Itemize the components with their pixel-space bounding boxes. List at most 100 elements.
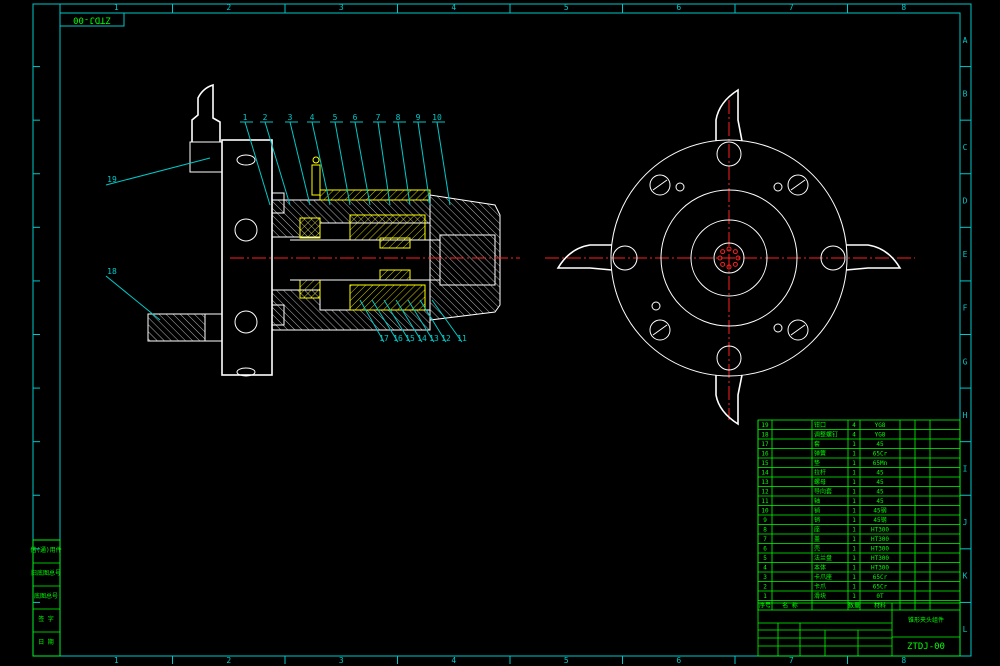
bom-no: 15	[761, 460, 769, 467]
column-label-bottom: 5	[564, 656, 569, 665]
bom-material: 65Cr	[873, 574, 888, 581]
bom-qty: 1	[852, 546, 856, 553]
part-number-bottom: 16	[393, 334, 403, 343]
bom-qty: 1	[852, 574, 856, 581]
column-label-bottom: 6	[676, 656, 681, 665]
side-label: 签 字	[38, 615, 54, 623]
leader-line	[105, 275, 161, 321]
part-number-top: 6	[353, 113, 358, 122]
bom-name: 导向套	[814, 488, 832, 496]
cad-drawing-sheet: 1122334455667788 ABCDEFGHIJKL ZTDJ-00 1 …	[30, 3, 972, 665]
bolt-hole	[720, 249, 726, 255]
row-label: B	[963, 89, 968, 98]
part-number-top: 2	[263, 113, 268, 122]
bom-no: 14	[761, 470, 769, 477]
bom-no: 8	[763, 527, 767, 534]
column-label-bottom: 8	[901, 656, 906, 665]
column-label-top: 6	[676, 3, 681, 12]
bom-name: 壳	[814, 545, 820, 553]
bolt-hole	[732, 249, 738, 255]
row-label: E	[963, 250, 968, 259]
row-label: K	[963, 572, 968, 581]
side-label: 旧底图总号	[31, 569, 61, 577]
code-top-text: ZTDJ-00	[73, 15, 111, 25]
part-number-bottom: 13	[429, 334, 439, 343]
bom-no: 19	[761, 422, 769, 429]
part-number-top: 8	[396, 113, 401, 122]
bom-qty: 1	[852, 565, 856, 572]
bom-qty: 1	[852, 498, 856, 505]
bom-no: 6	[763, 546, 767, 553]
bom-no: 17	[761, 441, 769, 448]
bom-material: 45	[876, 498, 884, 505]
bom-qty: 1	[852, 536, 856, 543]
column-markers: 1122334455667788	[114, 3, 907, 665]
bom-table: 19 钳口 4 YG818 调整螺钉 4 YG817 套 1 4516 弹簧 1 65Cr15 垫 1 65M…	[757, 419, 961, 611]
bom-qty: 1	[852, 555, 856, 562]
bom-material: 0T	[876, 593, 884, 600]
bom-no: 9	[763, 517, 767, 524]
part-number-left: 18	[107, 267, 117, 276]
bom-no: 5	[763, 555, 767, 562]
bom-qty: 1	[852, 470, 856, 477]
bom-name: 盖	[814, 535, 820, 543]
row-label: G	[963, 357, 968, 366]
bom-name: 座	[814, 526, 820, 534]
bom-name: 钳口	[814, 421, 826, 429]
bom-qty: 1	[852, 451, 856, 458]
bom-no: 13	[761, 479, 769, 486]
bom-material: HT300	[871, 565, 889, 572]
row-label: J	[963, 518, 968, 527]
leader-line	[436, 121, 451, 206]
part-number-top: 4	[310, 113, 315, 122]
part-number-top: 9	[416, 113, 421, 122]
part-number-top: 10	[432, 113, 442, 122]
slot-line	[652, 324, 668, 336]
bom-name: 拉杆	[814, 469, 826, 477]
side-label: 日 期	[38, 638, 54, 646]
bom-no: 10	[761, 508, 769, 515]
title-text: 锥形夹头组件	[908, 616, 944, 624]
row-label: I	[963, 464, 968, 473]
bom-name: 调整螺钉	[814, 431, 838, 439]
column-label-top: 8	[901, 3, 906, 12]
column-label-top: 1	[114, 3, 119, 12]
side-label: 底图总号	[34, 592, 58, 600]
part-number-bottom: 14	[417, 334, 427, 343]
bom-name: 卡爪	[814, 583, 826, 591]
part-number-top: 7	[376, 113, 381, 122]
bom-material: 45	[876, 441, 884, 448]
code-bottom-text: ZTDJ-00	[907, 642, 945, 652]
column-label-bottom: 4	[451, 656, 456, 665]
bom-name: 法兰盘	[814, 554, 832, 562]
column-label-top: 3	[339, 3, 344, 12]
bom-qty: 1	[852, 593, 856, 600]
bom-material: 45	[876, 470, 884, 477]
bom-name: 螺母	[814, 478, 826, 486]
bom-material: 65Cr	[873, 451, 888, 458]
bom-material: 45	[876, 489, 884, 496]
bom-no: 1	[763, 593, 767, 600]
bom-material: 45钢	[873, 516, 886, 524]
bom-no: 18	[761, 432, 769, 439]
leader-line	[289, 121, 311, 206]
bom-no: 3	[763, 574, 767, 581]
leader-line	[244, 121, 271, 206]
bom-no: 12	[761, 489, 769, 496]
bom-name: 套	[814, 440, 820, 448]
bom-no: 11	[761, 498, 769, 505]
column-label-top: 2	[226, 3, 231, 12]
row-label: H	[963, 411, 968, 420]
bom-material: 65Mn	[873, 460, 888, 467]
part-number-top: 3	[288, 113, 293, 122]
bom-material: HT300	[871, 555, 889, 562]
bom-material: HT300	[871, 527, 889, 534]
bom-material: 65Cr	[873, 584, 888, 591]
column-label-top: 7	[789, 3, 794, 12]
bom-no: 4	[763, 565, 767, 572]
part-number-bottom: 17	[379, 334, 389, 343]
bom-qty: 4	[852, 422, 856, 429]
bom-qty: 1	[852, 489, 856, 496]
part-number-bottom: 12	[441, 334, 451, 343]
bom-no: 16	[761, 451, 769, 458]
